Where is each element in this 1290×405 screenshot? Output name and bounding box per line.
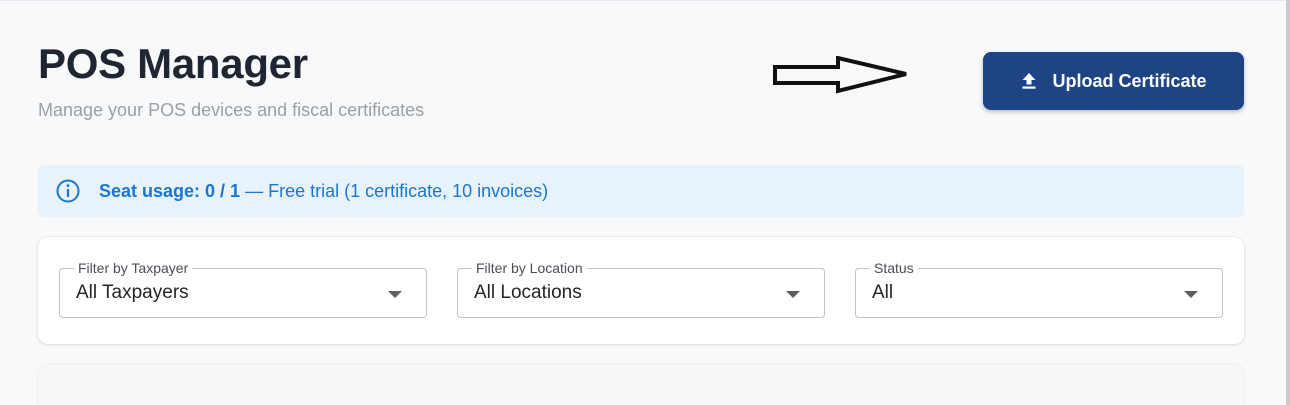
location-filter-label: Filter by Location	[472, 260, 587, 276]
location-filter-value: All Locations	[474, 282, 582, 303]
taxpayer-filter-value: All Taxpayers	[76, 282, 189, 303]
location-filter-select[interactable]: Filter by Location All Locations	[457, 260, 825, 318]
taxpayer-filter-select[interactable]: Filter by Taxpayer All Taxpayers	[59, 260, 427, 318]
scrollbar-edge	[1286, 0, 1290, 405]
page-title: POS Manager	[38, 40, 308, 87]
chevron-down-icon	[388, 291, 402, 298]
device-list-card	[38, 364, 1244, 405]
status-filter-value: All	[872, 282, 894, 303]
arrow-right-icon	[773, 56, 907, 94]
status-filter-label: Status	[870, 260, 918, 276]
plan-description: — Free trial (1 certificate, 10 invoices…	[240, 180, 549, 201]
chevron-down-icon	[786, 291, 800, 298]
chevron-down-icon	[1184, 291, 1198, 298]
upload-certificate-label: Upload Certificate	[1052, 70, 1207, 91]
info-icon	[56, 179, 80, 203]
upload-icon	[1022, 73, 1036, 89]
seat-usage-label: Seat usage: 0 / 1	[99, 180, 241, 201]
pos-manager-page: POS Manager Manage your POS devices and …	[0, 0, 1290, 405]
filter-card: Filter by Taxpayer All Taxpayers Filter …	[38, 237, 1244, 344]
top-border	[0, 0, 1286, 1]
upload-certificate-button[interactable]: Upload Certificate	[983, 52, 1244, 110]
seat-usage-banner: Seat usage: 0 / 1 — Free trial (1 certif…	[38, 165, 1244, 217]
page-subtitle: Manage your POS devices and fiscal certi…	[38, 100, 425, 120]
taxpayer-filter-label: Filter by Taxpayer	[74, 260, 193, 276]
status-filter-select[interactable]: Status All	[855, 260, 1223, 318]
